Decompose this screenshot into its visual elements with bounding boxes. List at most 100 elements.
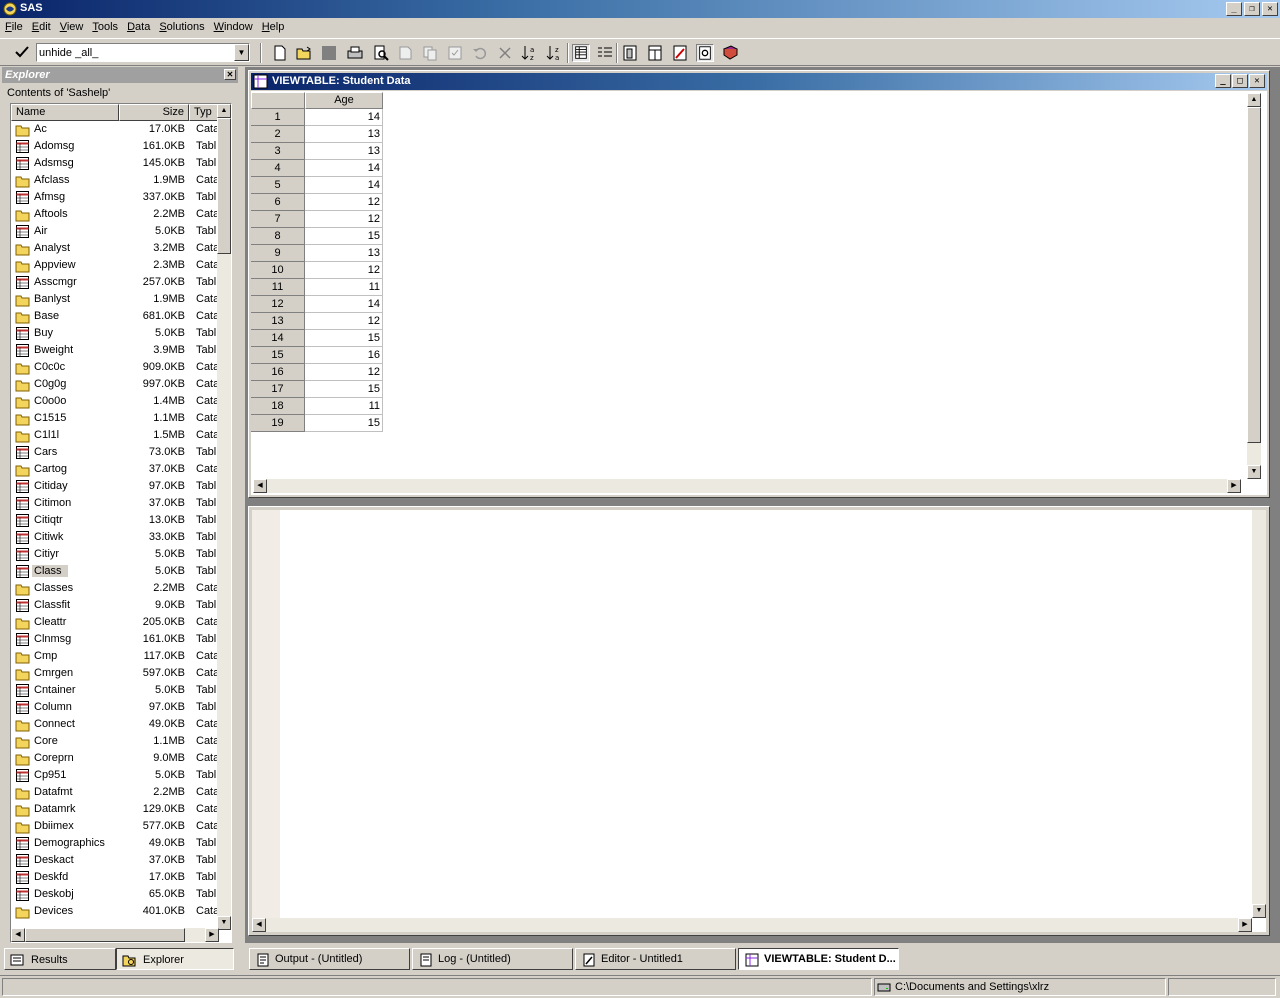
table-properties-icon[interactable]: [646, 44, 664, 62]
maximize-button[interactable]: □: [1232, 74, 1248, 88]
menu-item[interactable]: Edit: [29, 19, 57, 38]
list-item[interactable]: Column 97.0KB Tabl: [11, 699, 219, 716]
table-row[interactable]: 4 14: [251, 160, 383, 177]
scrollbar-thumb[interactable]: [1247, 107, 1261, 443]
table-row[interactable]: 3 13: [251, 143, 383, 160]
list-item[interactable]: Clnmsg 161.0KB Tabl: [11, 631, 219, 648]
table-row[interactable]: 17 15: [251, 381, 383, 398]
row-number[interactable]: 2: [251, 126, 305, 143]
column-properties-icon[interactable]: [621, 44, 639, 62]
sort-ascending-icon[interactable]: az: [521, 44, 539, 62]
list-item[interactable]: Devices 401.0KB Cata: [11, 903, 219, 920]
window-tab-editor[interactable]: Editor - Untitled1: [575, 948, 736, 970]
tab-results[interactable]: Results: [4, 948, 116, 970]
row-number[interactable]: 3: [251, 143, 305, 160]
age-cell[interactable]: 12: [305, 313, 383, 330]
edit-mode-icon[interactable]: [671, 44, 689, 62]
table-row[interactable]: 16 12: [251, 364, 383, 381]
table-row[interactable]: 18 11: [251, 398, 383, 415]
close-button[interactable]: ✕: [1249, 74, 1265, 88]
list-item[interactable]: C1l1l 1.5MB Cata: [11, 427, 219, 444]
scroll-left-icon[interactable]: ◀: [11, 928, 25, 942]
list-item[interactable]: Appview 2.3MB Cata: [11, 257, 219, 274]
age-cell[interactable]: 12: [305, 364, 383, 381]
scroll-down-icon[interactable]: ▼: [1252, 904, 1266, 918]
list-item[interactable]: Ac 17.0KB Cata: [11, 121, 219, 138]
horizontal-scrollbar[interactable]: ◀ ▶: [253, 479, 1241, 493]
row-number[interactable]: 17: [251, 381, 305, 398]
list-item[interactable]: Demographics 49.0KB Tabl: [11, 835, 219, 852]
table-row[interactable]: 12 14: [251, 296, 383, 313]
scrollbar-thumb[interactable]: [217, 118, 231, 254]
list-item[interactable]: Deskobj 65.0KB Tabl: [11, 886, 219, 903]
help-book-icon[interactable]: [721, 44, 739, 62]
row-number[interactable]: 15: [251, 347, 305, 364]
checkmark-icon[interactable]: [14, 44, 30, 60]
vertical-scrollbar[interactable]: ▲ ▼: [217, 104, 231, 930]
list-item[interactable]: Adomsg 161.0KB Tabl: [11, 138, 219, 155]
row-number[interactable]: 4: [251, 160, 305, 177]
list-item[interactable]: Cntainer 5.0KB Tabl: [11, 682, 219, 699]
window-tab-log[interactable]: Log - (Untitled): [412, 948, 573, 970]
open-folder-icon[interactable]: [295, 44, 313, 62]
horizontal-scrollbar[interactable]: ◀ ▶: [11, 928, 219, 942]
list-item[interactable]: C1515 1.1MB Cata: [11, 410, 219, 427]
menu-item[interactable]: Data: [124, 19, 156, 38]
age-cell[interactable]: 14: [305, 296, 383, 313]
save-icon[interactable]: [320, 44, 338, 62]
row-number[interactable]: 16: [251, 364, 305, 381]
tab-explorer[interactable]: Explorer: [116, 948, 234, 970]
age-cell[interactable]: 13: [305, 126, 383, 143]
restore-button[interactable]: ❐: [1244, 2, 1260, 16]
list-item[interactable]: Deskact 37.0KB Tabl: [11, 852, 219, 869]
age-cell[interactable]: 15: [305, 330, 383, 347]
sort-descending-icon[interactable]: za: [546, 44, 564, 62]
grid-corner[interactable]: [251, 92, 305, 109]
new-file-icon[interactable]: [271, 44, 289, 62]
list-item[interactable]: Asscmgr 257.0KB Tabl: [11, 274, 219, 291]
age-cell[interactable]: 12: [305, 211, 383, 228]
list-item[interactable]: Aftools 2.2MB Cata: [11, 206, 219, 223]
menu-item[interactable]: Help: [259, 19, 291, 38]
list-item[interactable]: Citiqtr 13.0KB Tabl: [11, 512, 219, 529]
cut-icon[interactable]: [396, 44, 414, 62]
list-item[interactable]: Buy 5.0KB Tabl: [11, 325, 219, 342]
command-input[interactable]: [39, 46, 229, 60]
scroll-down-icon[interactable]: ▼: [1247, 465, 1261, 479]
list-item[interactable]: Air 5.0KB Tabl: [11, 223, 219, 240]
table-view-icon[interactable]: [572, 44, 590, 62]
list-item[interactable]: Afmsg 337.0KB Tabl: [11, 189, 219, 206]
list-item[interactable]: C0g0g 997.0KB Cata: [11, 376, 219, 393]
table-row[interactable]: 2 13: [251, 126, 383, 143]
list-item[interactable]: Base 681.0KB Cata: [11, 308, 219, 325]
chevron-down-icon[interactable]: ▼: [234, 44, 249, 61]
list-item[interactable]: Citiday 97.0KB Tabl: [11, 478, 219, 495]
column-header-size[interactable]: Size: [119, 104, 189, 121]
minimize-button[interactable]: _: [1215, 74, 1231, 88]
age-cell[interactable]: 11: [305, 279, 383, 296]
row-number[interactable]: 6: [251, 194, 305, 211]
age-cell[interactable]: 15: [305, 381, 383, 398]
list-item[interactable]: Citiyr 5.0KB Tabl: [11, 546, 219, 563]
print-icon[interactable]: [346, 44, 364, 62]
list-item[interactable]: Connect 49.0KB Cata: [11, 716, 219, 733]
age-cell[interactable]: 11: [305, 398, 383, 415]
menu-item[interactable]: File: [2, 19, 29, 38]
list-item[interactable]: C0c0c 909.0KB Cata: [11, 359, 219, 376]
row-number[interactable]: 12: [251, 296, 305, 313]
list-item[interactable]: Classes 2.2MB Cata: [11, 580, 219, 597]
scroll-right-icon[interactable]: ▶: [1227, 479, 1241, 493]
scroll-up-icon[interactable]: ▲: [1247, 93, 1261, 107]
table-row[interactable]: 15 16: [251, 347, 383, 364]
table-row[interactable]: 7 12: [251, 211, 383, 228]
age-cell[interactable]: 13: [305, 143, 383, 160]
age-cell[interactable]: 13: [305, 245, 383, 262]
list-item[interactable]: Class 5.0KB Tabl: [11, 563, 219, 580]
scroll-right-icon[interactable]: ▶: [1238, 918, 1252, 932]
menu-item[interactable]: Solutions: [156, 19, 210, 38]
close-icon[interactable]: ✕: [224, 69, 236, 80]
list-item[interactable]: Citiwk 33.0KB Tabl: [11, 529, 219, 546]
table-row[interactable]: 10 12: [251, 262, 383, 279]
list-item[interactable]: Datamrk 129.0KB Cata: [11, 801, 219, 818]
list-item[interactable]: Coreprn 9.0MB Cata: [11, 750, 219, 767]
